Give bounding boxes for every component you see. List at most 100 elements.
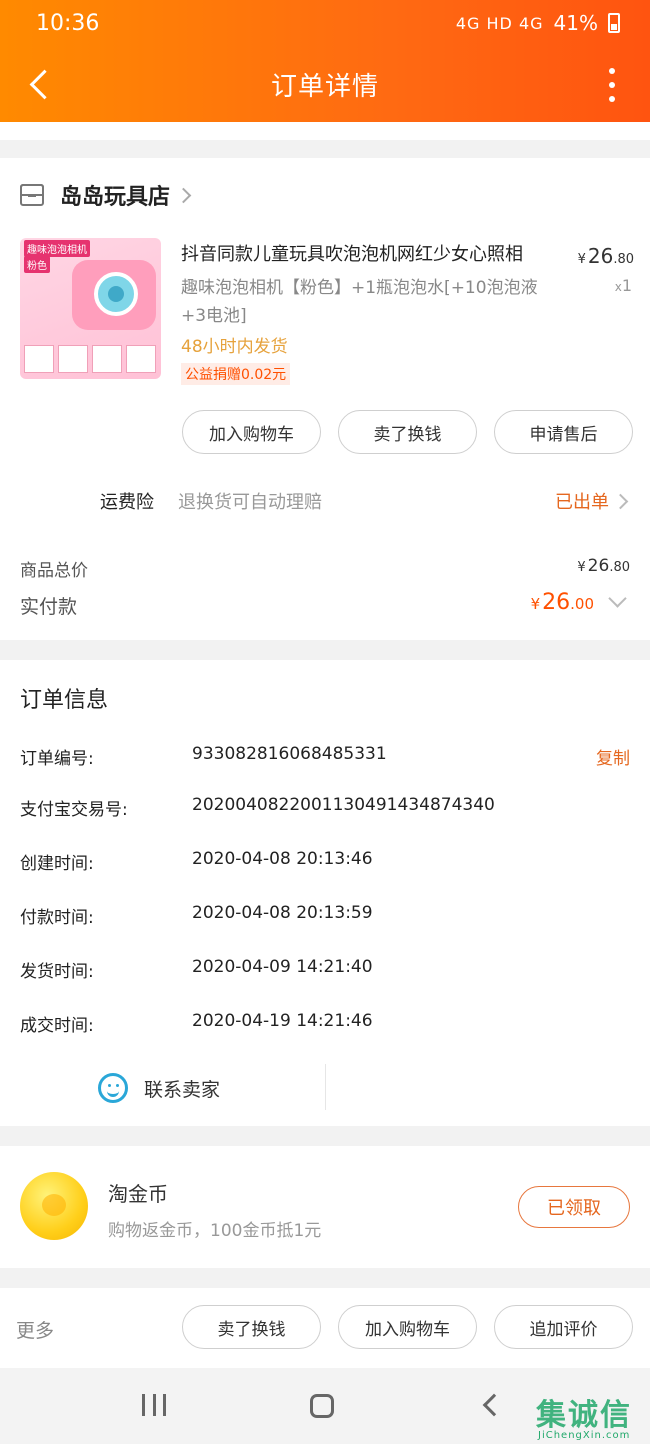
nav-bar: 订单详情 <box>0 56 650 112</box>
info-row-completed: 成交时间: 2020-04-19 14:21:46 <box>20 1011 630 1041</box>
product-price: ¥26.80 <box>578 244 634 268</box>
contact-seller-label: 联系卖家 <box>144 1078 221 1101</box>
status-bar: 10:36 4G HD 4G 41% <box>36 8 620 38</box>
status-right: 4G HD 4G 41% <box>456 11 620 35</box>
info-row-paid: 付款时间: 2020-04-08 20:13:59 <box>20 903 630 933</box>
shop-header[interactable]: 岛岛玩具店 <box>20 178 192 212</box>
info-value: 2020-04-19 14:21:46 <box>192 1011 373 1031</box>
info-row-alipay-no: 支付宝交易号: 2020040822001130491434874340 <box>20 795 630 825</box>
coins-desc: 购物返金币，100金币抵1元 <box>108 1221 322 1241</box>
goods-int: 26 <box>587 556 610 576</box>
price-decimal: .80 <box>613 252 634 267</box>
info-row-shipped: 发货时间: 2020-04-09 14:21:40 <box>20 957 630 987</box>
order-info-card: 订单信息 订单编号: 933082816068485331 复制 支付宝交易号:… <box>0 660 650 1126</box>
coins-claimed-button[interactable]: 已领取 <box>518 1186 630 1228</box>
home-icon[interactable] <box>310 1394 334 1418</box>
currency-symbol: ¥ <box>577 252 586 267</box>
back-nav-icon[interactable] <box>482 1393 506 1417</box>
product-quantity: x1 <box>615 276 632 295</box>
qty-value: 1 <box>621 276 632 295</box>
sell-button[interactable]: 卖了换钱 <box>182 1305 321 1349</box>
currency-symbol: ¥ <box>577 560 586 575</box>
sell-button[interactable]: 卖了换钱 <box>338 410 477 454</box>
signal-icon: 4G HD 4G <box>455 13 544 33</box>
qty-prefix: x <box>614 280 622 294</box>
order-info-title: 订单信息 <box>20 688 109 713</box>
paid-int: 26 <box>542 590 571 615</box>
thumb-label: 趣味泡泡相机 <box>24 240 90 257</box>
product-thumbnail[interactable]: 趣味泡泡相机 粉色 <box>20 238 161 379</box>
chat-smile-icon <box>98 1073 128 1103</box>
info-value: 2020-04-09 14:21:40 <box>192 957 373 977</box>
shipping-tag: 48小时内发货 <box>181 337 288 357</box>
chevron-right-icon <box>175 187 192 203</box>
store-icon <box>20 184 44 206</box>
add-review-button[interactable]: 追加评价 <box>494 1305 633 1349</box>
bottom-action-bar: 更多 卖了换钱 加入购物车 追加评价 <box>0 1288 650 1368</box>
accessory-image <box>126 345 156 373</box>
contact-seller-button[interactable]: 联系卖家 <box>98 1072 220 1104</box>
paid-label: 实付款 <box>20 596 78 618</box>
goods-total-value: ¥26.80 <box>577 556 630 576</box>
thumb-label-color: 粉色 <box>24 256 50 273</box>
info-label: 创建时间: <box>20 854 94 874</box>
after-sale-button[interactable]: 申请售后 <box>494 410 633 454</box>
battery-icon <box>608 13 620 33</box>
watermark-text: 集诚信 <box>536 1398 632 1433</box>
shop-card: 岛岛玩具店 趣味泡泡相机 粉色 抖音同款儿童玩具吹泡泡机网红少女心照相 趣味泡泡… <box>0 158 650 640</box>
more-button[interactable]: 更多 <box>16 1316 54 1343</box>
goods-total-row: 商品总价 ¥26.80 <box>20 556 630 581</box>
info-row-created: 创建时间: 2020-04-08 20:13:46 <box>20 849 630 879</box>
paid-dec: .00 <box>570 595 594 613</box>
product-sku-line: +3电池] <box>181 306 247 326</box>
battery-percent: 41% <box>553 11 598 35</box>
watermark-sub: JiChengXin.com <box>538 1430 631 1441</box>
info-row-order-no: 订单编号: 933082816068485331 复制 <box>20 744 630 774</box>
paid-total-row[interactable]: 实付款 ¥26.00 <box>20 589 630 619</box>
accessory-image <box>58 345 88 373</box>
insurance-status-text: 已出单 <box>555 492 609 513</box>
page-title: 订单详情 <box>270 71 379 102</box>
more-menu-icon[interactable] <box>600 68 624 102</box>
goods-total-label: 商品总价 <box>20 561 88 581</box>
recent-apps-icon[interactable] <box>142 1394 166 1416</box>
price-integer: 26 <box>587 244 614 268</box>
insurance-desc: 退换货可自动理赔 <box>178 492 322 513</box>
insurance-status: 已出单 <box>555 488 629 514</box>
info-value: 933082816068485331 <box>192 744 387 764</box>
paid-value: ¥26.00 <box>531 590 594 615</box>
shipping-insurance-row[interactable]: 运费险 退换货可自动理赔 已出单 <box>0 488 650 518</box>
currency-symbol: ¥ <box>530 595 541 613</box>
copy-button[interactable]: 复制 <box>596 744 630 769</box>
accessory-image <box>24 345 54 373</box>
info-label: 发货时间: <box>20 962 94 982</box>
divider <box>325 1064 326 1110</box>
gold-coin-icon <box>20 1172 88 1240</box>
status-time: 10:36 <box>36 10 100 36</box>
info-label: 支付宝交易号: <box>20 800 128 820</box>
charity-badge: 公益捐赠0.02元 <box>181 363 291 385</box>
chevron-right-icon <box>612 493 629 509</box>
camera-lens-image <box>94 272 138 316</box>
info-label: 成交时间: <box>20 1016 94 1036</box>
add-to-cart-button[interactable]: 加入购物车 <box>338 1305 477 1349</box>
coins-title: 淘金币 <box>108 1182 168 1206</box>
product-title[interactable]: 抖音同款儿童玩具吹泡泡机网红少女心照相 <box>181 240 551 266</box>
shop-name: 岛岛玩具店 <box>60 185 171 210</box>
add-to-cart-button[interactable]: 加入购物车 <box>182 410 321 454</box>
info-label: 订单编号: <box>20 749 94 769</box>
watermark-logo: 集诚信 JiChengXin.com <box>534 1390 650 1444</box>
goods-dec: .80 <box>609 560 630 575</box>
back-icon[interactable] <box>22 64 58 104</box>
product-sku-line: 趣味泡泡相机【粉色】+1瓶泡泡水[+10泡泡液 <box>181 278 538 298</box>
info-value: 2020040822001130491434874340 <box>192 795 495 815</box>
info-value: 2020-04-08 20:13:46 <box>192 849 373 869</box>
coins-card: 淘金币 购物返金币，100金币抵1元 已领取 <box>0 1146 650 1268</box>
top-strip <box>0 122 650 140</box>
product-sku: 趣味泡泡相机【粉色】+1瓶泡泡水[+10泡泡液 +3电池] <box>181 274 553 330</box>
info-label: 付款时间: <box>20 908 94 928</box>
info-value: 2020-04-08 20:13:59 <box>192 903 373 923</box>
insurance-label: 运费险 <box>100 492 154 513</box>
accessory-image <box>92 345 122 373</box>
chevron-down-icon[interactable] <box>608 589 627 608</box>
